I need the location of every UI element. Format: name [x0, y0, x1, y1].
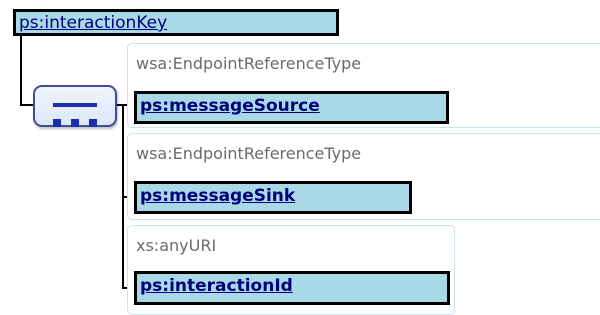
sequence-icon-dot — [89, 119, 97, 127]
element-message-source[interactable]: ps:messageSource — [134, 91, 449, 124]
element-label: ps:messageSink — [140, 186, 296, 206]
type-label: xs:anyURI — [136, 236, 217, 255]
sequence-icon-dot — [71, 119, 79, 127]
element-message-sink[interactable]: ps:messageSink — [134, 181, 412, 214]
sequence-icon-dot — [53, 119, 61, 127]
element-interaction-id[interactable]: ps:interactionId — [134, 271, 450, 305]
connector-root-to-sequence-h — [20, 104, 33, 106]
sequence-compositor[interactable] — [33, 85, 117, 127]
root-element-label: ps:interactionKey — [19, 13, 168, 33]
type-label: wsa:EndpointReferenceType — [136, 144, 362, 163]
sequence-icon — [53, 103, 97, 127]
element-label: ps:interactionId — [140, 276, 293, 296]
connector-root-to-sequence — [20, 36, 22, 106]
type-label: wsa:EndpointReferenceType — [136, 54, 362, 73]
root-element-interaction-key[interactable]: ps:interactionKey — [13, 9, 339, 36]
element-label: ps:messageSource — [140, 96, 320, 116]
